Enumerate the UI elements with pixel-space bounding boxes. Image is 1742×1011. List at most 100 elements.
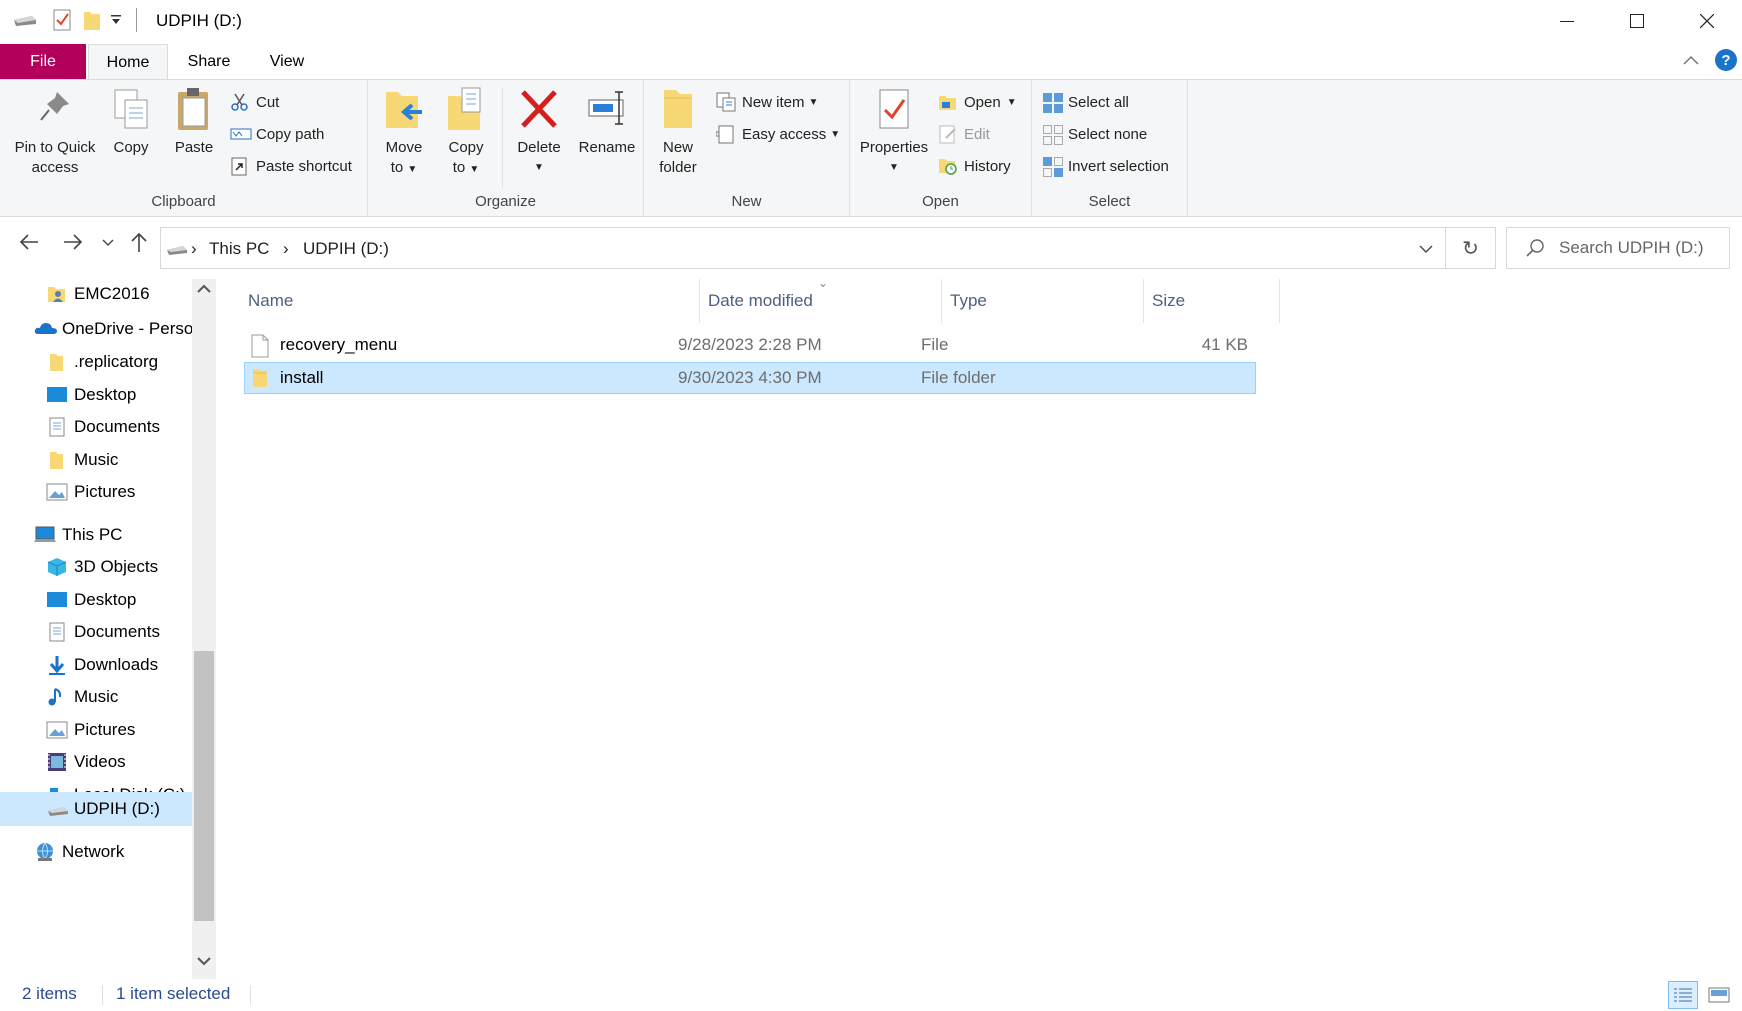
delete-button[interactable]: Delete ▼ xyxy=(508,86,570,178)
maximize-icon xyxy=(1630,14,1644,28)
nav-item-this-pc[interactable]: This PC xyxy=(34,518,192,552)
paste-button[interactable]: Paste xyxy=(166,86,222,158)
nav-item-udpih[interactable]: UDPIH (D:) xyxy=(0,792,192,826)
videos-icon xyxy=(46,751,68,773)
close-button[interactable] xyxy=(1672,0,1742,42)
new-folder-icon xyxy=(658,86,698,132)
edit-button[interactable]: Edit xyxy=(938,122,990,146)
select-all-label: Select all xyxy=(1068,93,1129,111)
nav-item-desktop[interactable]: Desktop xyxy=(46,583,192,617)
column-header-name[interactable]: Name xyxy=(240,279,700,323)
select-all-button[interactable]: Select all xyxy=(1042,90,1129,114)
rename-button[interactable]: Rename xyxy=(574,86,640,158)
breadcrumb-separator-icon[interactable]: › xyxy=(191,239,197,259)
cut-button[interactable]: Cut xyxy=(230,90,279,114)
paste-label: Paste xyxy=(174,139,214,156)
help-icon[interactable]: ? xyxy=(1714,48,1738,72)
music-icon xyxy=(46,686,68,708)
nav-item-onedrive[interactable]: OneDrive - Personal xyxy=(34,312,192,346)
copy-button[interactable]: Copy xyxy=(104,86,158,158)
nav-item-3d-objects[interactable]: 3D Objects xyxy=(46,550,192,584)
open-dropdown-icon: ▼ xyxy=(1006,96,1017,108)
up-button[interactable] xyxy=(129,231,149,253)
nav-item-documents-onedrive[interactable]: Documents xyxy=(46,410,192,444)
tab-view[interactable]: View xyxy=(250,44,324,80)
nav-label: 3D Objects xyxy=(74,557,159,576)
move-label-1: Move xyxy=(385,139,423,156)
nav-item-videos[interactable]: Videos xyxy=(46,745,192,779)
move-to-button[interactable]: Move to ▼ xyxy=(376,86,432,180)
column-header-date[interactable]: Date modified ⌄ xyxy=(700,276,942,323)
customize-quick-access-icon[interactable] xyxy=(110,14,122,26)
search-box[interactable]: Search UDPIH (D:) xyxy=(1506,227,1730,269)
nav-label: Videos xyxy=(74,752,126,771)
breadcrumb-separator-icon[interactable]: › xyxy=(283,239,289,259)
minimize-button[interactable] xyxy=(1532,0,1602,42)
back-button[interactable] xyxy=(18,231,40,253)
new-folder-quick-icon[interactable] xyxy=(82,8,102,32)
address-history-chevron-icon[interactable] xyxy=(1419,245,1433,253)
column-header-size[interactable]: Size xyxy=(1144,279,1280,323)
collapse-ribbon-icon[interactable] xyxy=(1682,52,1700,70)
nav-item-desktop-onedrive[interactable]: Desktop xyxy=(46,378,192,412)
new-folder-button[interactable]: New folder xyxy=(650,86,706,178)
ribbon-tabs: File Home Share View ? xyxy=(0,44,1742,80)
forward-arrow-icon xyxy=(64,234,83,250)
easy-access-button[interactable]: Easy access ▼ xyxy=(716,122,840,146)
organize-group-label: Organize xyxy=(475,193,536,210)
nav-item-documents[interactable]: Documents xyxy=(46,615,192,649)
nav-item-music[interactable]: Music xyxy=(46,680,192,714)
nav-item-downloads[interactable]: Downloads xyxy=(46,648,192,682)
properties-button[interactable]: Properties ▼ xyxy=(856,86,932,178)
open-group-label: Open xyxy=(922,193,959,210)
paste-shortcut-button[interactable]: Paste shortcut xyxy=(230,154,352,178)
nav-item-pictures-onedrive[interactable]: Pictures xyxy=(46,475,192,509)
address-bar-row: › This PC › UDPIH (D:) ↻ Search UDPIH (D… xyxy=(0,217,1742,279)
details-view-button[interactable] xyxy=(1668,981,1698,1009)
breadcrumb-this-pc[interactable]: This PC xyxy=(209,239,269,259)
new-item-button[interactable]: New item ▼ xyxy=(716,90,818,114)
nav-label: Desktop xyxy=(74,590,137,609)
breadcrumb-udpih[interactable]: UDPIH (D:) xyxy=(303,239,389,259)
column-header-type[interactable]: Type xyxy=(942,279,1144,323)
history-label: History xyxy=(964,157,1011,175)
details-view-icon xyxy=(1674,988,1692,1002)
tab-file[interactable]: File xyxy=(0,44,86,80)
minimize-icon xyxy=(1560,21,1574,22)
nav-item-pictures[interactable]: Pictures xyxy=(46,713,192,747)
scrollbar-thumb[interactable] xyxy=(194,651,214,921)
nav-item-music-onedrive[interactable]: Music xyxy=(46,443,192,477)
status-selected-count: 1 item selected xyxy=(116,984,231,1003)
scroll-up-icon[interactable] xyxy=(196,283,212,295)
file-row-recovery-menu[interactable]: recovery_menu 9/28/2023 2:28 PM File 41 … xyxy=(244,330,1256,362)
window-title: UDPIH (D:) xyxy=(156,11,242,30)
scroll-down-icon[interactable] xyxy=(196,955,212,967)
properties-quick-icon[interactable] xyxy=(52,8,74,32)
history-button[interactable]: History xyxy=(938,154,1011,178)
forward-button[interactable] xyxy=(62,231,84,253)
invert-selection-button[interactable]: Invert selection xyxy=(1042,154,1169,178)
nav-label: .replicatorg xyxy=(74,352,159,371)
pin-to-quick-access-button[interactable]: Pin to Quick access xyxy=(8,86,102,178)
nav-item-network[interactable]: Network xyxy=(34,835,192,869)
delete-dropdown-icon[interactable]: ▼ xyxy=(508,158,570,178)
address-box[interactable]: › This PC › UDPIH (D:) xyxy=(160,227,1446,269)
nav-item-replicatorg[interactable]: .replicatorg xyxy=(46,345,192,379)
file-row-install[interactable]: install 9/30/2023 4:30 PM File folder xyxy=(244,362,1256,394)
sort-indicator-icon: ⌄ xyxy=(818,276,829,290)
navigation-scrollbar[interactable] xyxy=(192,279,216,979)
maximize-button[interactable] xyxy=(1602,0,1672,42)
refresh-button[interactable]: ↻ xyxy=(1446,227,1496,269)
tab-share[interactable]: Share xyxy=(172,44,246,80)
copy-icon xyxy=(111,86,151,132)
new-group-label: New xyxy=(731,193,762,210)
copy-to-button[interactable]: Copy to ▼ xyxy=(438,86,494,180)
select-none-button[interactable]: Select none xyxy=(1042,122,1147,146)
large-icons-view-button[interactable] xyxy=(1704,981,1734,1009)
tab-home[interactable]: Home xyxy=(88,44,168,80)
open-button[interactable]: Open ▼ xyxy=(938,90,1017,114)
nav-label: UDPIH (D:) xyxy=(74,799,160,818)
copy-path-button[interactable]: Copy path xyxy=(230,122,324,146)
recent-locations-button[interactable] xyxy=(102,239,114,247)
properties-dropdown-icon[interactable]: ▼ xyxy=(856,158,932,178)
